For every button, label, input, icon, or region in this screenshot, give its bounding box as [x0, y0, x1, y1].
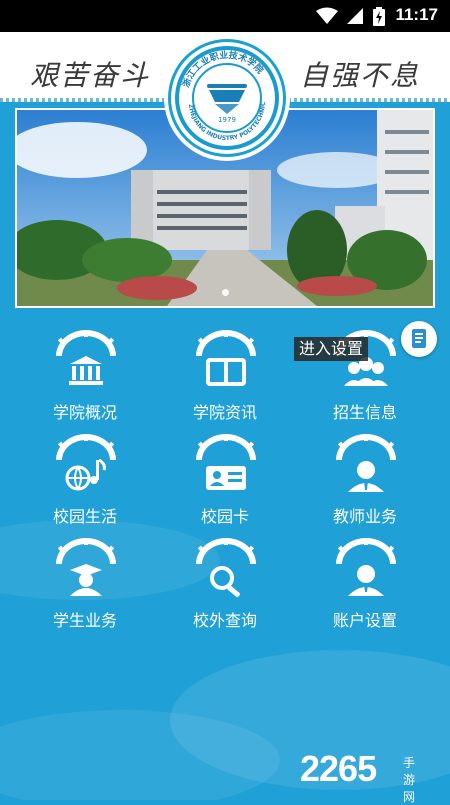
teacher-icon	[336, 434, 396, 492]
graduate-icon	[56, 538, 116, 596]
menu-item-college-news[interactable]: 学院资讯	[155, 320, 295, 422]
status-bar: 11:17	[0, 0, 450, 32]
menu-item-label: 招生信息	[332, 403, 397, 422]
menu-item-label: 教师业务	[332, 507, 397, 526]
battery-charging-icon	[373, 7, 385, 26]
menu-item-student-services[interactable]: 学生业务	[15, 528, 155, 630]
signal-icon	[347, 8, 363, 24]
building-icon	[56, 330, 116, 385]
emblem-year: 1979	[218, 116, 236, 124]
watermark-site: 手游网	[403, 756, 416, 804]
menu-item-label: 账户设置	[332, 611, 397, 630]
carousel-indicator-dot[interactable]	[222, 289, 229, 296]
menu-item-label: 学院资讯	[192, 403, 257, 422]
menu-item-label: 学生业务	[52, 611, 117, 630]
menu-item-campus-life[interactable]: 校园生活	[15, 424, 155, 526]
menu-item-account-settings[interactable]: 账户设置	[295, 528, 435, 630]
watermark-brand: 2265	[300, 748, 377, 789]
magnifier-icon	[196, 538, 256, 598]
watermark: 2265 手游网	[300, 748, 415, 804]
college-emblem: 浙江工业职业技术学院 ZHEJIANG INDUSTRY POLYTECHNIC…	[171, 42, 283, 154]
clock: 11:17	[395, 5, 438, 24]
menu-item-teacher-services[interactable]: 教师业务	[295, 424, 435, 526]
menu-item-college-overview[interactable]: 学院概况	[15, 320, 155, 422]
settings-tooltip: 进入设置	[294, 337, 369, 361]
slogan-right: 自强不息	[299, 59, 420, 92]
menu-item-label: 学院概况	[52, 403, 117, 422]
ball-music-icon	[56, 434, 116, 491]
floating-settings-button[interactable]	[401, 321, 437, 357]
open-book-icon	[196, 330, 256, 386]
menu-item-campus-card[interactable]: 校园卡	[155, 424, 295, 526]
wifi-icon	[316, 7, 338, 24]
menu-item-label: 校园生活	[52, 507, 117, 526]
menu-item-label: 校外查询	[192, 611, 257, 630]
document-icon	[412, 329, 426, 348]
id-card-icon	[196, 434, 256, 490]
menu-item-external-query[interactable]: 校外查询	[155, 528, 295, 630]
user-settings-icon	[336, 538, 396, 596]
slogan-left: 艰苦奋斗	[30, 59, 151, 92]
menu-item-label: 校园卡	[200, 507, 249, 526]
